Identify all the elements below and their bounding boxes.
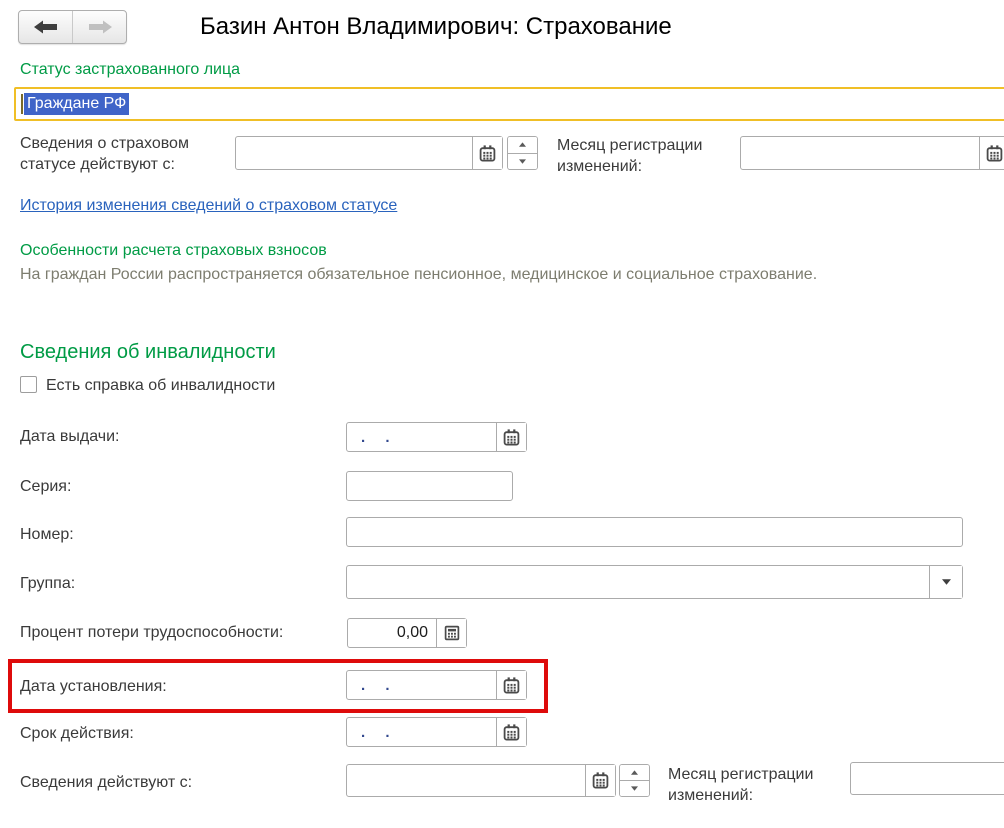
calendar-icon xyxy=(479,145,496,162)
calendar-icon xyxy=(503,677,520,694)
info-month-label: Месяц регистрации изменений: xyxy=(668,764,848,806)
calendar-icon xyxy=(986,145,1003,162)
spin-down-button[interactable] xyxy=(508,153,537,170)
series-label: Серия: xyxy=(20,476,71,497)
series-field[interactable] xyxy=(346,471,513,501)
valid-until-calendar-button[interactable] xyxy=(496,718,526,746)
text-caret xyxy=(21,94,23,114)
valid-until-input[interactable]: . . xyxy=(347,718,496,746)
triangle-up-icon xyxy=(519,142,526,147)
series-input[interactable] xyxy=(347,472,512,500)
arrow-left-icon xyxy=(33,19,59,35)
triangle-down-icon xyxy=(519,159,526,164)
status-valid-from-input[interactable] xyxy=(236,137,472,169)
calendar-icon xyxy=(503,724,520,741)
status-valid-from-spinner xyxy=(507,136,538,170)
issue-date-calendar-button[interactable] xyxy=(496,423,526,451)
calendar-icon xyxy=(503,429,520,446)
spin-down-button[interactable] xyxy=(620,780,649,796)
status-month-field[interactable] xyxy=(740,136,1004,170)
insurance-form-window: Базин Антон Владимирович: Страхование Ст… xyxy=(0,0,1004,828)
chevron-down-icon xyxy=(942,579,951,585)
percent-calculator-button[interactable] xyxy=(436,619,466,647)
contribution-features-label: Особенности расчета страховых взносов xyxy=(20,242,327,260)
info-valid-from-field[interactable] xyxy=(346,764,616,797)
forward-button[interactable] xyxy=(72,11,126,43)
info-valid-from-input[interactable] xyxy=(347,765,585,796)
issue-date-field[interactable]: . . xyxy=(346,422,527,452)
issue-date-input[interactable]: . . xyxy=(347,423,496,451)
percent-label: Процент потери трудоспособности: xyxy=(20,622,283,643)
group-input[interactable] xyxy=(347,566,929,598)
page-title: Базин Антон Владимирович: Страхование xyxy=(200,13,672,41)
nav-buttons xyxy=(18,10,127,44)
contribution-features-text: На граждан России распространяется обяза… xyxy=(20,266,817,284)
status-history-link[interactable]: История изменения сведений о страховом с… xyxy=(20,197,397,215)
info-valid-from-calendar-button[interactable] xyxy=(585,765,615,796)
issue-date-label: Дата выдачи: xyxy=(20,426,119,447)
number-label: Номер: xyxy=(20,524,74,545)
number-input[interactable] xyxy=(347,518,962,546)
info-valid-from-label: Сведения действуют с: xyxy=(20,772,192,793)
percent-input[interactable]: 0,00 xyxy=(348,619,436,647)
spin-up-button[interactable] xyxy=(508,137,537,153)
calendar-icon xyxy=(592,772,609,789)
info-month-field[interactable] xyxy=(850,762,1004,795)
insured-status-input[interactable]: Граждане РФ xyxy=(14,87,1004,121)
valid-until-field[interactable]: . . xyxy=(346,717,527,747)
triangle-up-icon xyxy=(631,770,638,775)
set-date-input[interactable]: . . xyxy=(347,671,496,699)
group-label: Группа: xyxy=(20,573,75,594)
insured-status-label: Статус застрахованного лица xyxy=(20,61,240,79)
status-month-input[interactable] xyxy=(741,137,979,169)
group-dropdown-button[interactable] xyxy=(929,566,962,598)
insured-status-value: Граждане РФ xyxy=(24,93,129,115)
spin-up-button[interactable] xyxy=(620,765,649,780)
back-button[interactable] xyxy=(19,11,72,43)
status-valid-from-calendar-button[interactable] xyxy=(472,137,502,169)
set-date-calendar-button[interactable] xyxy=(496,671,526,699)
disability-certificate-checkbox[interactable] xyxy=(20,376,37,393)
arrow-right-icon xyxy=(87,19,113,35)
set-date-field[interactable]: . . xyxy=(346,670,527,700)
number-field[interactable] xyxy=(346,517,963,547)
calculator-icon xyxy=(444,625,460,641)
status-valid-from-field[interactable] xyxy=(235,136,503,170)
status-valid-from-label: Сведения о страховом статусе действуют с… xyxy=(20,133,230,175)
percent-field[interactable]: 0,00 xyxy=(347,618,467,648)
status-month-label: Месяц регистрации изменений: xyxy=(557,135,737,177)
status-month-calendar-button[interactable] xyxy=(979,137,1004,169)
disability-certificate-label: Есть справка об инвалидности xyxy=(46,375,275,396)
info-month-input[interactable] xyxy=(851,763,1004,794)
disability-section-title: Сведения об инвалидности xyxy=(20,341,276,364)
set-date-label: Дата установления: xyxy=(20,676,167,697)
group-field[interactable] xyxy=(346,565,963,599)
info-valid-from-spinner xyxy=(619,764,650,797)
valid-until-label: Срок действия: xyxy=(20,723,134,744)
triangle-down-icon xyxy=(631,786,638,791)
